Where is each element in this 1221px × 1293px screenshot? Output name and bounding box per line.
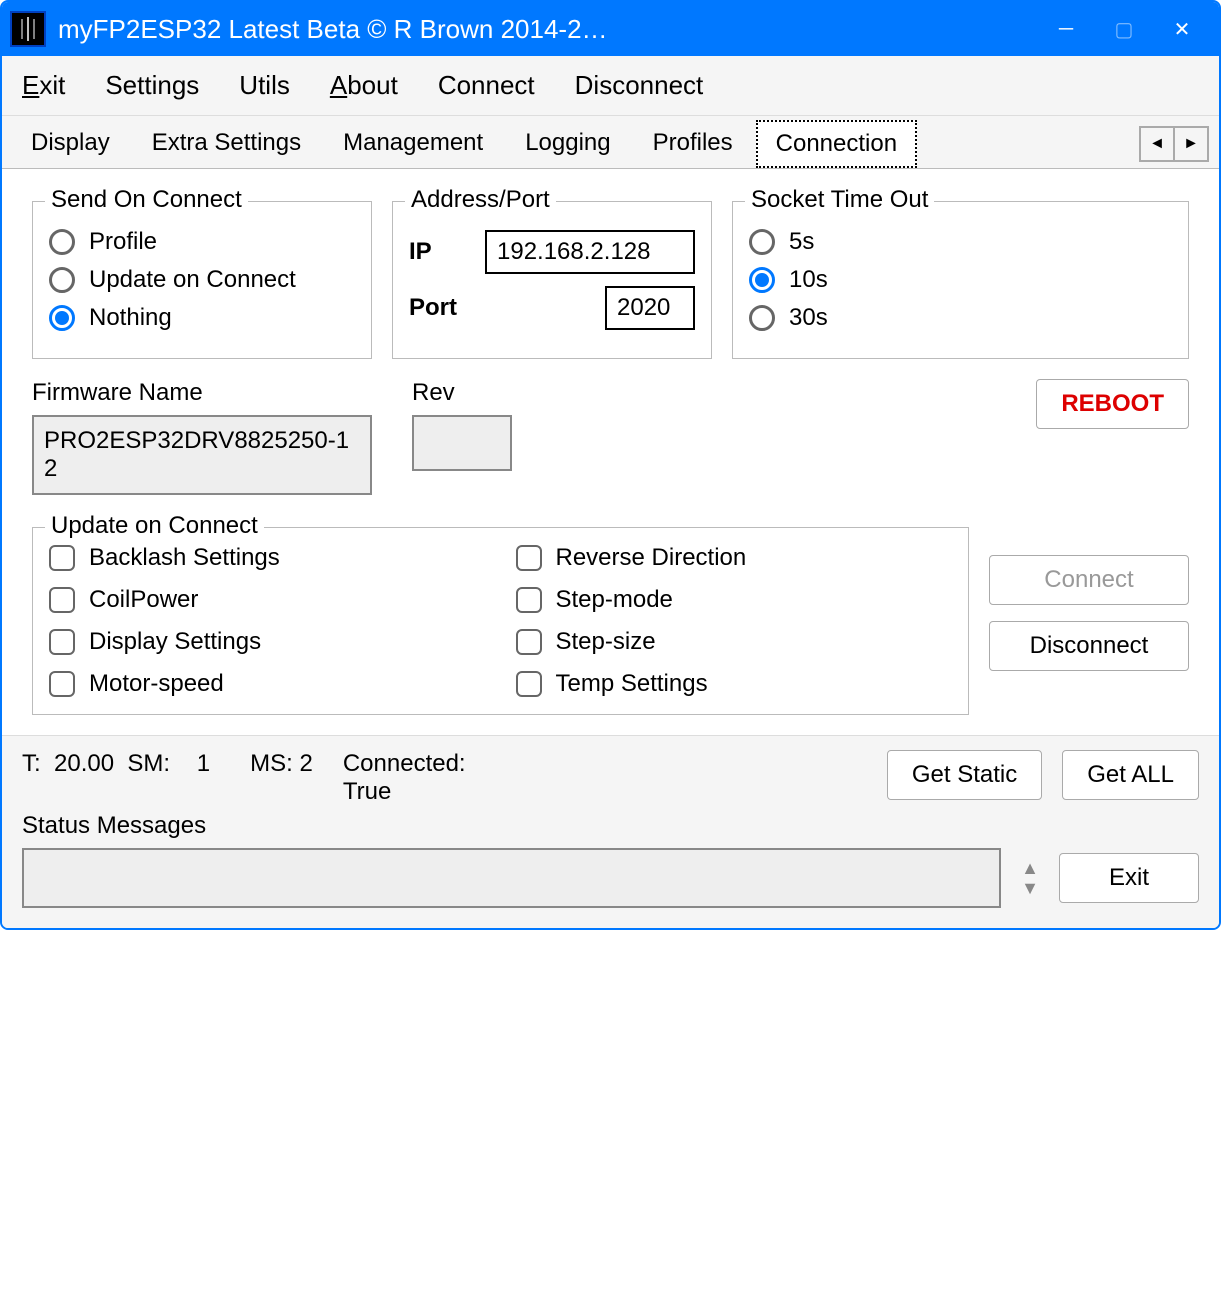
tab-scroll-left[interactable]: ◄: [1140, 127, 1174, 161]
radio-profile[interactable]: Profile: [49, 228, 355, 256]
statusbar: T: 20.00 SM: 1 MS: 2 Connected:True Get …: [2, 735, 1219, 928]
get-static-button[interactable]: Get Static: [887, 750, 1042, 800]
tab-profiles[interactable]: Profiles: [634, 120, 752, 168]
menu-utils[interactable]: Utils: [239, 70, 290, 101]
radio-timeout-5s[interactable]: 5s: [749, 228, 1172, 256]
tab-logging[interactable]: Logging: [506, 120, 629, 168]
radio-icon: [49, 305, 75, 331]
tab-display[interactable]: Display: [12, 120, 129, 168]
reboot-button[interactable]: REBOOT: [1036, 379, 1189, 429]
connect-button[interactable]: Connect: [989, 555, 1189, 605]
window-title: myFP2ESP32 Latest Beta © R Brown 2014-2…: [58, 14, 1037, 45]
checkbox-coilpower[interactable]: CoilPower: [49, 586, 486, 614]
menu-connect[interactable]: Connect: [438, 70, 535, 101]
rev-label: Rev: [412, 379, 532, 407]
messages-spinner: ▲ ▼: [1021, 859, 1039, 897]
checkbox-step-size[interactable]: Step-size: [516, 628, 953, 656]
checkbox-icon: [49, 587, 75, 613]
socket-timeout-group: Socket Time Out 5s10s30s: [732, 201, 1189, 359]
checkbox-motor-speed[interactable]: Motor-speed: [49, 670, 486, 698]
spinner-down[interactable]: ▼: [1021, 879, 1039, 897]
disconnect-button[interactable]: Disconnect: [989, 621, 1189, 671]
radio-icon: [749, 305, 775, 331]
menu-settings[interactable]: Settings: [105, 70, 199, 101]
address-port-group: Address/Port IP Port: [392, 201, 712, 359]
checkbox-icon: [516, 629, 542, 655]
tabbar: DisplayExtra SettingsManagementLoggingPr…: [2, 116, 1219, 169]
tab-extra-settings[interactable]: Extra Settings: [133, 120, 320, 168]
tab-management[interactable]: Management: [324, 120, 502, 168]
checkbox-icon: [49, 671, 75, 697]
tab-connection[interactable]: Connection: [756, 120, 917, 168]
group-title: Socket Time Out: [745, 186, 934, 214]
ip-input[interactable]: [485, 230, 695, 274]
main-window: myFP2ESP32 Latest Beta © R Brown 2014-2……: [0, 0, 1221, 930]
radio-nothing[interactable]: Nothing: [49, 304, 355, 332]
menu-exit[interactable]: Exit: [22, 70, 65, 101]
radio-icon: [49, 267, 75, 293]
tab-scroll-right[interactable]: ►: [1174, 127, 1208, 161]
tab-scroll-arrows: ◄ ►: [1139, 126, 1209, 162]
rev-value: [412, 415, 512, 471]
radio-timeout-10s[interactable]: 10s: [749, 266, 1172, 294]
group-title: Send On Connect: [45, 186, 248, 214]
menu-about[interactable]: About: [330, 70, 398, 101]
checkbox-reverse-direction[interactable]: Reverse Direction: [516, 544, 953, 572]
radio-icon: [749, 267, 775, 293]
send-on-connect-group: Send On Connect ProfileUpdate on Connect…: [32, 201, 372, 359]
group-title: Update on Connect: [45, 512, 264, 540]
minimize-button[interactable]: ─: [1037, 2, 1095, 56]
checkbox-icon: [516, 545, 542, 571]
close-button[interactable]: ✕: [1153, 2, 1211, 56]
firmware-name-value: PRO2ESP32DRV8825250-12: [32, 415, 372, 495]
titlebar: myFP2ESP32 Latest Beta © R Brown 2014-2……: [2, 2, 1219, 56]
connected-status: Connected:True: [343, 750, 466, 806]
checkbox-icon: [516, 587, 542, 613]
checkbox-temp-settings[interactable]: Temp Settings: [516, 670, 953, 698]
radio-timeout-30s[interactable]: 30s: [749, 304, 1172, 332]
spinner-up[interactable]: ▲: [1021, 859, 1039, 877]
port-input[interactable]: [605, 286, 695, 330]
checkbox-icon: [516, 671, 542, 697]
radio-icon: [49, 229, 75, 255]
status-messages-label: Status Messages: [22, 812, 1199, 840]
firmware-name-label: Firmware Name: [32, 379, 372, 407]
radio-icon: [749, 229, 775, 255]
app-icon: [10, 11, 46, 47]
menubar: Exit Settings Utils About Connect Disconnect: [2, 56, 1219, 116]
get-all-button[interactable]: Get ALL: [1062, 750, 1199, 800]
checkbox-display-settings[interactable]: Display Settings: [49, 628, 486, 656]
radio-update-on-connect[interactable]: Update on Connect: [49, 266, 355, 294]
menu-disconnect[interactable]: Disconnect: [575, 70, 704, 101]
exit-button[interactable]: Exit: [1059, 853, 1199, 903]
status-messages-box[interactable]: [22, 848, 1001, 908]
status-info: T: 20.00 SM: 1 MS: 2: [22, 750, 313, 778]
checkbox-icon: [49, 629, 75, 655]
port-label: Port: [409, 294, 469, 322]
checkbox-icon: [49, 545, 75, 571]
checkbox-step-mode[interactable]: Step-mode: [516, 586, 953, 614]
group-title: Address/Port: [405, 186, 556, 214]
maximize-button[interactable]: ▢: [1095, 2, 1153, 56]
tab-content: Send On Connect Profile Update on Connect…: [2, 169, 1219, 735]
update-on-connect-group: Update on Connect Backlash SettingsRever…: [32, 527, 969, 715]
checkbox-backlash-settings[interactable]: Backlash Settings: [49, 544, 486, 572]
ip-label: IP: [409, 238, 469, 266]
